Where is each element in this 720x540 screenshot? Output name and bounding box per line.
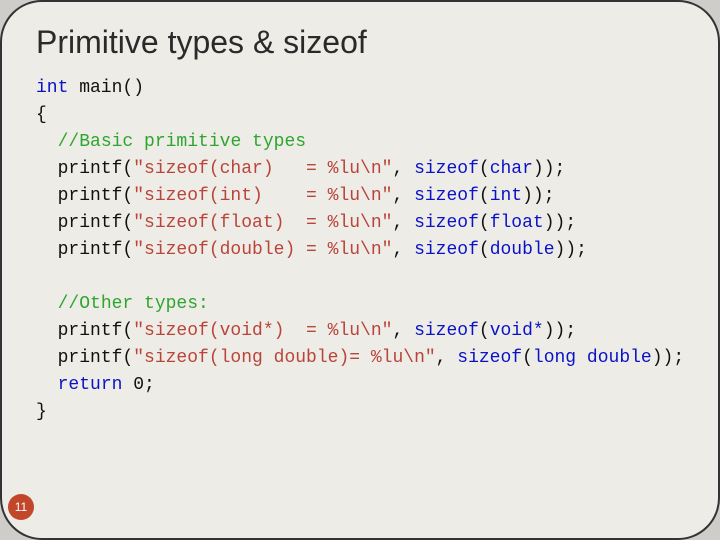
sizeof: sizeof bbox=[414, 240, 479, 260]
kw-return: return bbox=[58, 375, 123, 395]
call: printf( bbox=[36, 321, 133, 341]
sizeof: sizeof bbox=[414, 213, 479, 233]
paren: )); bbox=[522, 186, 554, 206]
sizeof: sizeof bbox=[414, 321, 479, 341]
fn-main: main() bbox=[68, 78, 144, 98]
slide-title: Primitive types & sizeof bbox=[36, 24, 688, 61]
str: "sizeof(double) = %lu\n" bbox=[133, 240, 392, 260]
paren: )); bbox=[555, 240, 587, 260]
sep: , bbox=[392, 159, 414, 179]
str: "sizeof(char) = %lu\n" bbox=[133, 159, 392, 179]
brace-close: } bbox=[36, 402, 47, 422]
paren: )); bbox=[652, 348, 684, 368]
paren: ( bbox=[479, 159, 490, 179]
num-zero: 0 bbox=[133, 375, 144, 395]
str: "sizeof(int) = %lu\n" bbox=[133, 186, 392, 206]
paren: )); bbox=[544, 213, 576, 233]
code-block: int main() { //Basic primitive types pri… bbox=[36, 75, 688, 426]
sizeof: sizeof bbox=[414, 186, 479, 206]
type-long-double: long double bbox=[533, 348, 652, 368]
str: "sizeof(void*) = %lu\n" bbox=[133, 321, 392, 341]
sep: , bbox=[392, 213, 414, 233]
call: printf( bbox=[36, 213, 133, 233]
call: printf( bbox=[36, 159, 133, 179]
semi: ; bbox=[144, 375, 155, 395]
sizeof: sizeof bbox=[457, 348, 522, 368]
str: "sizeof(float) = %lu\n" bbox=[133, 213, 392, 233]
brace-open: { bbox=[36, 105, 47, 125]
type-float: float bbox=[490, 213, 544, 233]
sep: , bbox=[392, 321, 414, 341]
call: printf( bbox=[36, 186, 133, 206]
type-int: int bbox=[490, 186, 522, 206]
comment-other: //Other types: bbox=[58, 294, 209, 314]
sep: , bbox=[392, 240, 414, 260]
call: printf( bbox=[36, 348, 133, 368]
type-char: char bbox=[490, 159, 533, 179]
slide: Primitive types & sizeof int main() { //… bbox=[0, 0, 720, 540]
paren: ( bbox=[479, 213, 490, 233]
paren: )); bbox=[544, 321, 576, 341]
type-double: double bbox=[490, 240, 555, 260]
sizeof: sizeof bbox=[414, 159, 479, 179]
sep: , bbox=[436, 348, 458, 368]
star: * bbox=[533, 321, 544, 341]
indent bbox=[36, 132, 58, 152]
indent bbox=[36, 375, 58, 395]
type-void: void bbox=[490, 321, 533, 341]
paren: ( bbox=[479, 240, 490, 260]
comment-basic: //Basic primitive types bbox=[58, 132, 306, 152]
paren: ( bbox=[522, 348, 533, 368]
paren: )); bbox=[533, 159, 565, 179]
call: printf( bbox=[36, 240, 133, 260]
sp bbox=[122, 375, 133, 395]
kw-int: int bbox=[36, 78, 68, 98]
paren: ( bbox=[479, 186, 490, 206]
indent bbox=[36, 294, 58, 314]
page-number-badge: 11 bbox=[8, 494, 34, 520]
sep: , bbox=[392, 186, 414, 206]
str: "sizeof(long double)= %lu\n" bbox=[133, 348, 435, 368]
paren: ( bbox=[479, 321, 490, 341]
